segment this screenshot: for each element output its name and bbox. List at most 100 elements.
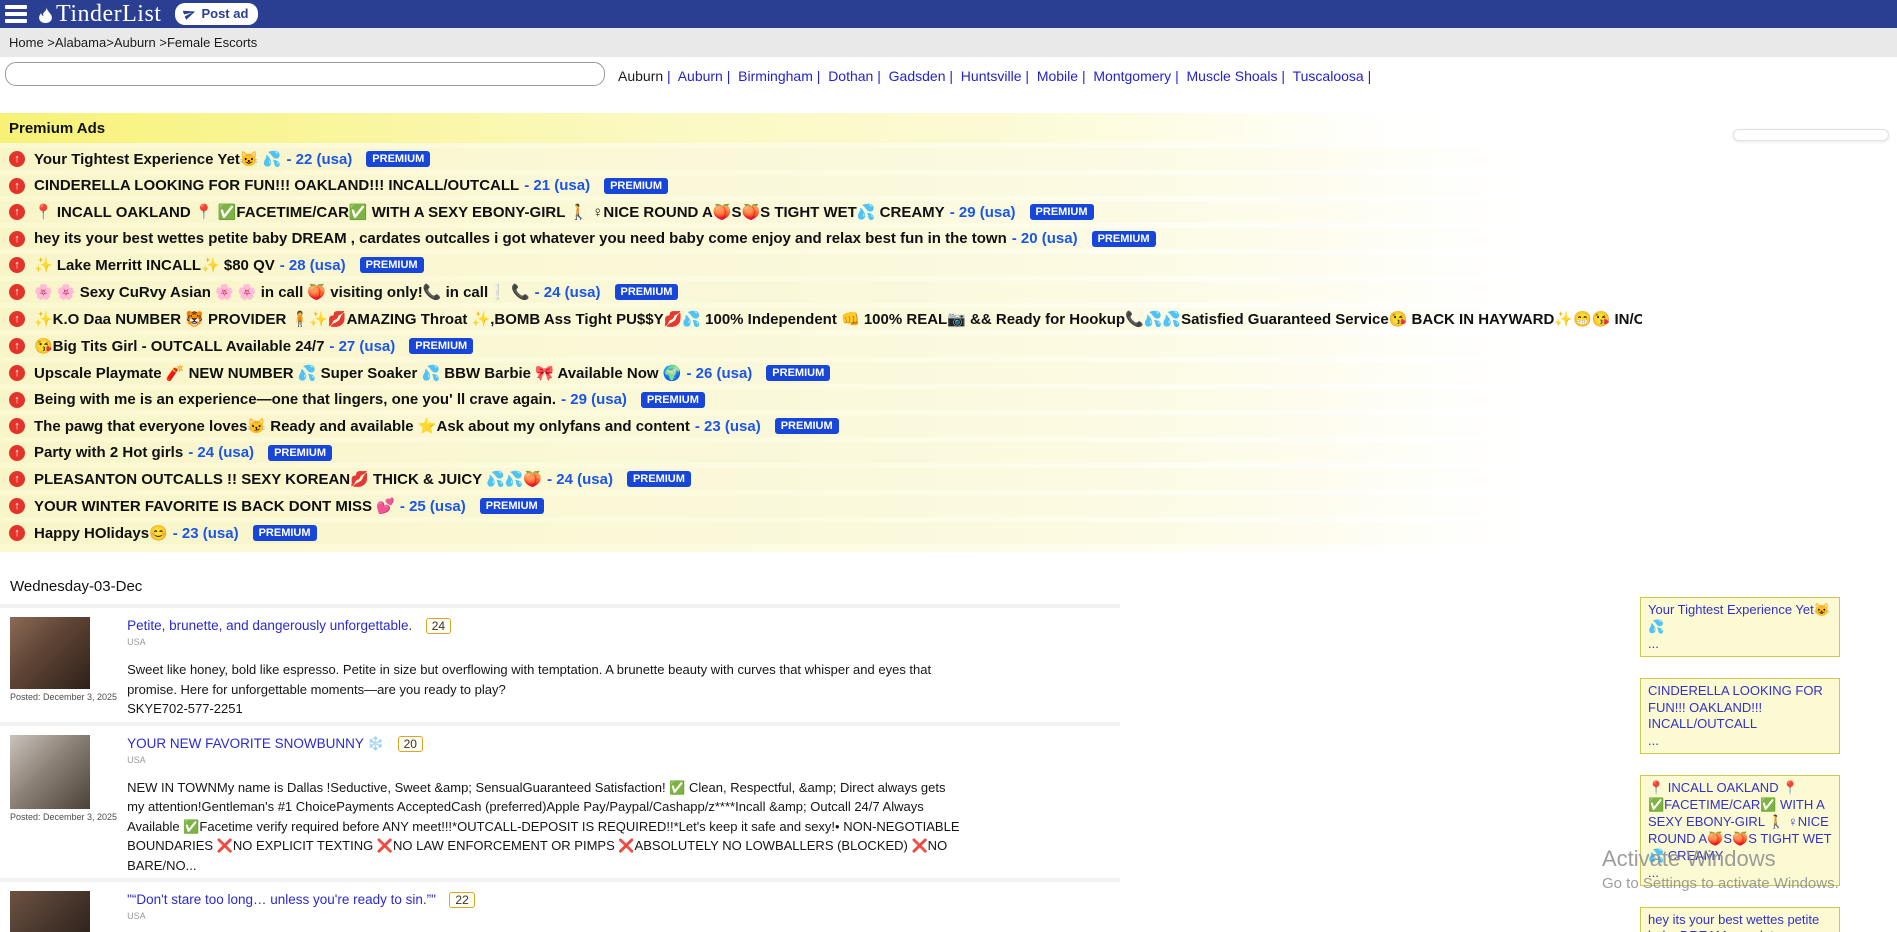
brand-logo[interactable]: TinderList (37, 1, 161, 28)
city-separator: | (1278, 68, 1289, 84)
ad-placeholder (1733, 129, 1889, 141)
premium-ad-title[interactable]: 📍 INCALL OAKLAND 📍 ✅FACETIME/CAR✅ WITH A… (34, 203, 945, 221)
premium-ad-age: - 29 (usa) (561, 391, 627, 408)
up-arrow-icon: ↑ (9, 525, 25, 541)
sidebar-ad-ellipsis: ... (1648, 636, 1832, 653)
premium-ad-row: ↑ 🌸 🌸 Sexy CuRvy Asian 🌸 🌸 in call 🍑 vis… (0, 281, 1642, 303)
premium-badge: PREMIUM (641, 392, 705, 408)
premium-ad-age: - 23 (usa) (695, 418, 761, 435)
premium-ad-title[interactable]: ✨ Lake Merritt INCALL✨ $80 QV (34, 256, 275, 274)
city-links: Auburn | Auburn | Birmingham | Dothan | … (618, 68, 1418, 84)
city-separator: | (1171, 68, 1182, 84)
premium-ad-title[interactable]: ✨K.O Daa NUMBER 🐯 PROVIDER 🧍✨💋AMAZING Th… (34, 310, 1642, 328)
listing-feed: Wednesday-03-Dec Posted: December 3, 202… (0, 570, 1120, 932)
breadcrumb-link[interactable]: Alabama (55, 35, 106, 50)
premium-badge: PREMIUM (480, 498, 544, 514)
premium-ad-row: ↑ PLEASANTON OUTCALLS !! SEXY KOREAN💋 TH… (0, 468, 1642, 490)
listing-description: NEW IN TOWNMy name is Dallas !Seductive,… (127, 778, 962, 876)
premium-ad-title[interactable]: Being with me is an experience—one that … (34, 391, 556, 408)
sidebar-ad-title: hey its your best wettes petite baby DRE… (1648, 912, 1819, 932)
listing-title-link[interactable]: "“Don't stare too long… unless you're re… (127, 892, 436, 907)
up-arrow-icon: ↑ (9, 338, 25, 354)
city-separator: | (1078, 68, 1089, 84)
premium-ad-title[interactable]: 🌸 🌸 Sexy CuRvy Asian 🌸 🌸 in call 🍑 visit… (34, 283, 530, 301)
listing-content: Petite, brunette, and dangerously unforg… (117, 617, 962, 719)
sidebar-ad-box[interactable]: CINDERELLA LOOKING FOR FUN!!! OAKLAND!!!… (1640, 678, 1840, 755)
premium-ad-title[interactable]: Upscale Playmate 🧨 NEW NUMBER 💦 Super So… (34, 364, 681, 382)
sidebar-ad-title: Your Tightest Experience Yet😺 💦 (1648, 602, 1830, 634)
search-input[interactable] (5, 62, 605, 86)
premium-ads-list: ↑ Your Tightest Experience Yet😺 💦 - 22 (… (0, 148, 1642, 544)
posted-date: Posted: December 3, 2025 (10, 812, 117, 822)
city-link[interactable]: Auburn (618, 68, 663, 84)
city-link[interactable]: Tuscaloosa (1293, 68, 1364, 84)
premium-badge: PREMIUM (627, 471, 691, 487)
up-arrow-icon: ↑ (9, 392, 25, 408)
brand-name: TinderList (56, 1, 161, 28)
up-arrow-icon: ↑ (9, 445, 25, 461)
breadcrumb-link[interactable]: Female Escorts (167, 35, 257, 50)
city-link[interactable]: Muscle Shoals (1187, 68, 1278, 84)
premium-badge: PREMIUM (360, 257, 424, 273)
listing-photo[interactable] (10, 617, 90, 689)
breadcrumb-link[interactable]: Auburn (114, 35, 156, 50)
premium-ad-title[interactable]: Happy HOlidays😊 (34, 524, 168, 542)
city-link[interactable]: Gadsden (889, 68, 946, 84)
listing-title-link[interactable]: YOUR NEW FAVORITE SNOWBUNNY ❄️ (127, 736, 384, 751)
city-link[interactable]: Mobile (1037, 68, 1078, 84)
premium-badge: PREMIUM (766, 365, 830, 381)
sidebar-ad-box[interactable]: 📍 INCALL OAKLAND 📍 ✅FACETIME/CAR✅ WITH A… (1640, 775, 1840, 885)
up-arrow-icon: ↑ (9, 498, 25, 514)
premium-badge: PREMIUM (775, 418, 839, 434)
up-arrow-icon: ↑ (9, 311, 25, 327)
premium-badge: PREMIUM (604, 178, 668, 194)
premium-ad-age: - 22 (usa) (286, 151, 352, 168)
premium-badge: PREMIUM (1030, 204, 1094, 220)
premium-ad-title[interactable]: YOUR WINTER FAVORITE IS BACK DONT MISS 💕 (34, 497, 395, 515)
up-arrow-icon: ↑ (9, 151, 25, 167)
premium-ad-row: ↑ ✨ Lake Merritt INCALL✨ $80 QV - 28 (us… (0, 254, 1642, 276)
city-link[interactable]: Birmingham (738, 68, 813, 84)
up-arrow-icon: ↑ (9, 471, 25, 487)
city-separator: | (1364, 68, 1372, 84)
premium-ad-title[interactable]: Party with 2 Hot girls (34, 444, 183, 461)
listing-photo[interactable] (10, 735, 90, 809)
premium-ad-title[interactable]: hey its your best wettes petite baby DRE… (34, 230, 1007, 247)
premium-ad-row: ↑ CINDERELLA LOOKING FOR FUN!!! OAKLAND!… (0, 175, 1642, 196)
premium-ad-title[interactable]: Your Tightest Experience Yet😺 💦 (34, 150, 281, 168)
city-link[interactable]: Auburn (678, 68, 723, 84)
listing-title-link[interactable]: Petite, brunette, and dangerously unforg… (127, 618, 412, 633)
premium-ad-row: ↑ ✨K.O Daa NUMBER 🐯 PROVIDER 🧍✨💋AMAZING … (0, 308, 1642, 330)
city-link[interactable]: Huntsville (961, 68, 1022, 84)
premium-ad-row: ↑ The pawg that everyone loves😼 Ready an… (0, 415, 1642, 437)
listing-photo[interactable] (10, 891, 90, 932)
listing-thumb-column: Posted: December 3, 2025 (10, 735, 117, 876)
premium-ad-row: ↑ Being with me is an experience—one tha… (0, 389, 1642, 410)
breadcrumb-separator: > (106, 35, 114, 50)
breadcrumb-link[interactable]: Home (9, 35, 44, 50)
premium-ad-age: - 28 (usa) (280, 257, 346, 274)
premium-ad-row: ↑ Party with 2 Hot girls - 24 (usa) PREM… (0, 442, 1642, 463)
premium-ad-age: - 23 (usa) (173, 525, 239, 542)
city-link[interactable]: Dothan (828, 68, 873, 84)
listing-thumb-column: Posted: December 3, 2025 (10, 891, 117, 932)
sidebar-ad-box[interactable]: hey its your best wettes petite baby DRE… (1640, 907, 1840, 932)
up-arrow-icon: ↑ (9, 204, 25, 220)
sidebar-ad-title: CINDERELLA LOOKING FOR FUN!!! OAKLAND!!!… (1648, 683, 1823, 732)
age-badge: 20 (398, 736, 423, 752)
menu-icon[interactable] (3, 3, 29, 25)
date-header: Wednesday-03-Dec (0, 570, 1120, 604)
premium-ad-title[interactable]: CINDERELLA LOOKING FOR FUN!!! OAKLAND!!!… (34, 177, 519, 194)
premium-ad-title[interactable]: PLEASANTON OUTCALLS !! SEXY KOREAN💋 THIC… (34, 470, 542, 488)
sidebar: Your Tightest Experience Yet😺 💦 ... CIND… (1640, 597, 1840, 932)
premium-badge: PREMIUM (409, 338, 473, 354)
sidebar-ad-ellipsis: ... (1648, 733, 1832, 750)
city-separator: | (873, 68, 884, 84)
premium-ad-title[interactable]: The pawg that everyone loves😼 Ready and … (34, 417, 690, 435)
premium-ad-title[interactable]: 😘Big Tits Girl - OUTCALL Available 24/7 (34, 337, 324, 355)
premium-badge: PREMIUM (253, 525, 317, 541)
sidebar-ad-box[interactable]: Your Tightest Experience Yet😺 💦 ... (1640, 597, 1840, 657)
post-ad-button[interactable]: Post ad (175, 3, 258, 25)
listing-row: Posted: December 3, 2025 "“Don't stare t… (0, 878, 1120, 932)
city-link[interactable]: Montgomery (1093, 68, 1171, 84)
